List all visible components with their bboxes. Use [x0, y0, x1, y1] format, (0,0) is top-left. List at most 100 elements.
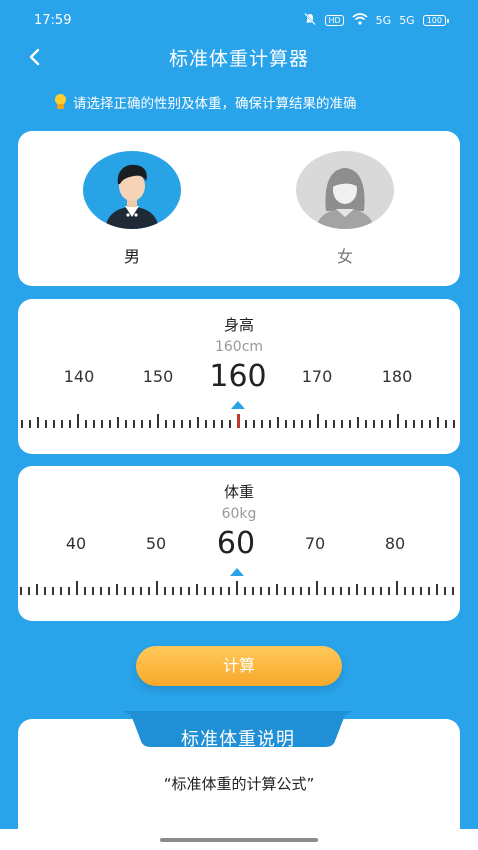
ruler-tick — [357, 417, 359, 428]
ruler-tick — [404, 587, 406, 595]
ruler-tick — [260, 587, 262, 595]
ruler-tick — [205, 420, 207, 428]
ruler-tick — [172, 587, 174, 595]
weight-tick-label: 50 — [145, 534, 167, 553]
ruler-tick — [141, 420, 143, 428]
home-indicator[interactable] — [160, 838, 318, 842]
wifi-icon — [352, 12, 368, 28]
ruler-tick — [125, 420, 127, 428]
ruler-tick — [445, 420, 447, 428]
ruler-tick — [300, 587, 302, 595]
ruler-tick — [197, 417, 199, 428]
ruler-tick — [45, 420, 47, 428]
explanation-card: 标准体重说明 “标准体重的计算公式” — [18, 711, 460, 829]
weight-ruler-slider[interactable] — [18, 579, 460, 595]
ruler-tick — [165, 420, 167, 428]
height-card: 身高 160cm 140 150 160 170 180 — [18, 299, 460, 454]
ruler-tick — [428, 587, 430, 595]
ruler-tick — [413, 420, 415, 428]
ruler-tick — [37, 417, 39, 428]
ruler-tick — [309, 420, 311, 428]
ruler-tick — [421, 420, 423, 428]
ruler-tick — [332, 587, 334, 595]
ruler-tick — [292, 587, 294, 595]
ruler-tick — [21, 420, 23, 428]
weight-tick-label: 70 — [304, 534, 326, 553]
ruler-tick — [108, 587, 110, 595]
ruler-tick — [188, 587, 190, 595]
ruler-tick — [180, 587, 182, 595]
status-bar: 17:59 HD 5G 5G 100 — [0, 0, 478, 40]
ruler-tick — [36, 584, 38, 595]
ruler-tick — [285, 420, 287, 428]
ruler-tick — [365, 420, 367, 428]
gender-female-label: 女 — [336, 247, 353, 266]
ruler-tick — [44, 587, 46, 595]
ruler-tick — [388, 587, 390, 595]
ruler-tick — [341, 420, 343, 428]
ruler-tick — [156, 581, 158, 595]
height-title: 身高 — [223, 316, 254, 334]
ruler-tick — [293, 420, 295, 428]
ruler-tick — [29, 420, 31, 428]
gender-male-label: 男 — [123, 247, 140, 266]
hd-badge: HD — [325, 14, 344, 26]
ruler-tick — [244, 587, 246, 595]
weight-current-value: 60 — [216, 526, 256, 561]
ruler-tick — [348, 587, 350, 595]
ruler-tick — [396, 581, 398, 595]
height-ruler-slider[interactable] — [18, 412, 460, 428]
bell-off-icon — [303, 12, 317, 29]
ruler-tick — [213, 420, 215, 428]
ruler-tick — [381, 420, 383, 428]
weight-tick-label: 80 — [384, 534, 406, 553]
ruler-tick — [101, 420, 103, 428]
ruler-tick — [149, 420, 151, 428]
weight-ruler-numbers: 40 50 60 70 80 — [18, 526, 460, 566]
ruler-tick — [340, 587, 342, 595]
explanation-title: 标准体重说明 — [181, 729, 295, 750]
ruler-tick — [69, 420, 71, 428]
ruler-tick — [372, 587, 374, 595]
ruler-tick — [333, 420, 335, 428]
ruler-tick — [133, 420, 135, 428]
weight-pointer-icon — [230, 568, 244, 576]
back-button[interactable] — [22, 42, 46, 72]
height-tick-label: 180 — [381, 367, 413, 386]
ruler-tick — [261, 420, 263, 428]
ruler-tick — [436, 584, 438, 595]
calculate-button[interactable]: 计算 — [136, 646, 342, 686]
ruler-tick — [76, 581, 78, 595]
ruler-tick — [380, 587, 382, 595]
ruler-tick — [373, 420, 375, 428]
ruler-tick — [157, 414, 159, 428]
ruler-tick — [397, 414, 399, 428]
height-value: 160cm — [214, 339, 264, 355]
status-icons: HD 5G 5G 100 — [303, 12, 450, 29]
ruler-tick — [269, 420, 271, 428]
hint-text: 请选择正确的性别及体重，确保计算结果的准确 — [73, 96, 357, 112]
ruler-tick — [308, 587, 310, 595]
gender-male-option[interactable]: 男 — [82, 151, 182, 267]
ruler-tick — [124, 587, 126, 595]
ruler-tick — [53, 420, 55, 428]
ruler-tick — [221, 420, 223, 428]
signal-indicator-1: 5G — [375, 13, 392, 27]
ruler-tick — [196, 584, 198, 595]
ruler-tick — [316, 581, 318, 595]
height-tick-label: 170 — [301, 367, 333, 386]
ruler-tick — [204, 587, 206, 595]
ruler-tick — [109, 420, 111, 428]
ruler-tick — [116, 584, 118, 595]
ruler-tick — [212, 587, 214, 595]
ruler-tick — [301, 420, 303, 428]
ruler-tick — [245, 420, 247, 428]
ruler-tick — [420, 587, 422, 595]
male-avatar — [83, 151, 181, 229]
ruler-tick — [237, 414, 240, 428]
weight-tick-label: 40 — [65, 534, 87, 553]
ruler-tick — [132, 587, 134, 595]
ruler-tick — [444, 587, 446, 595]
ruler-tick — [429, 420, 431, 428]
gender-female-option[interactable]: 女 — [295, 151, 395, 267]
